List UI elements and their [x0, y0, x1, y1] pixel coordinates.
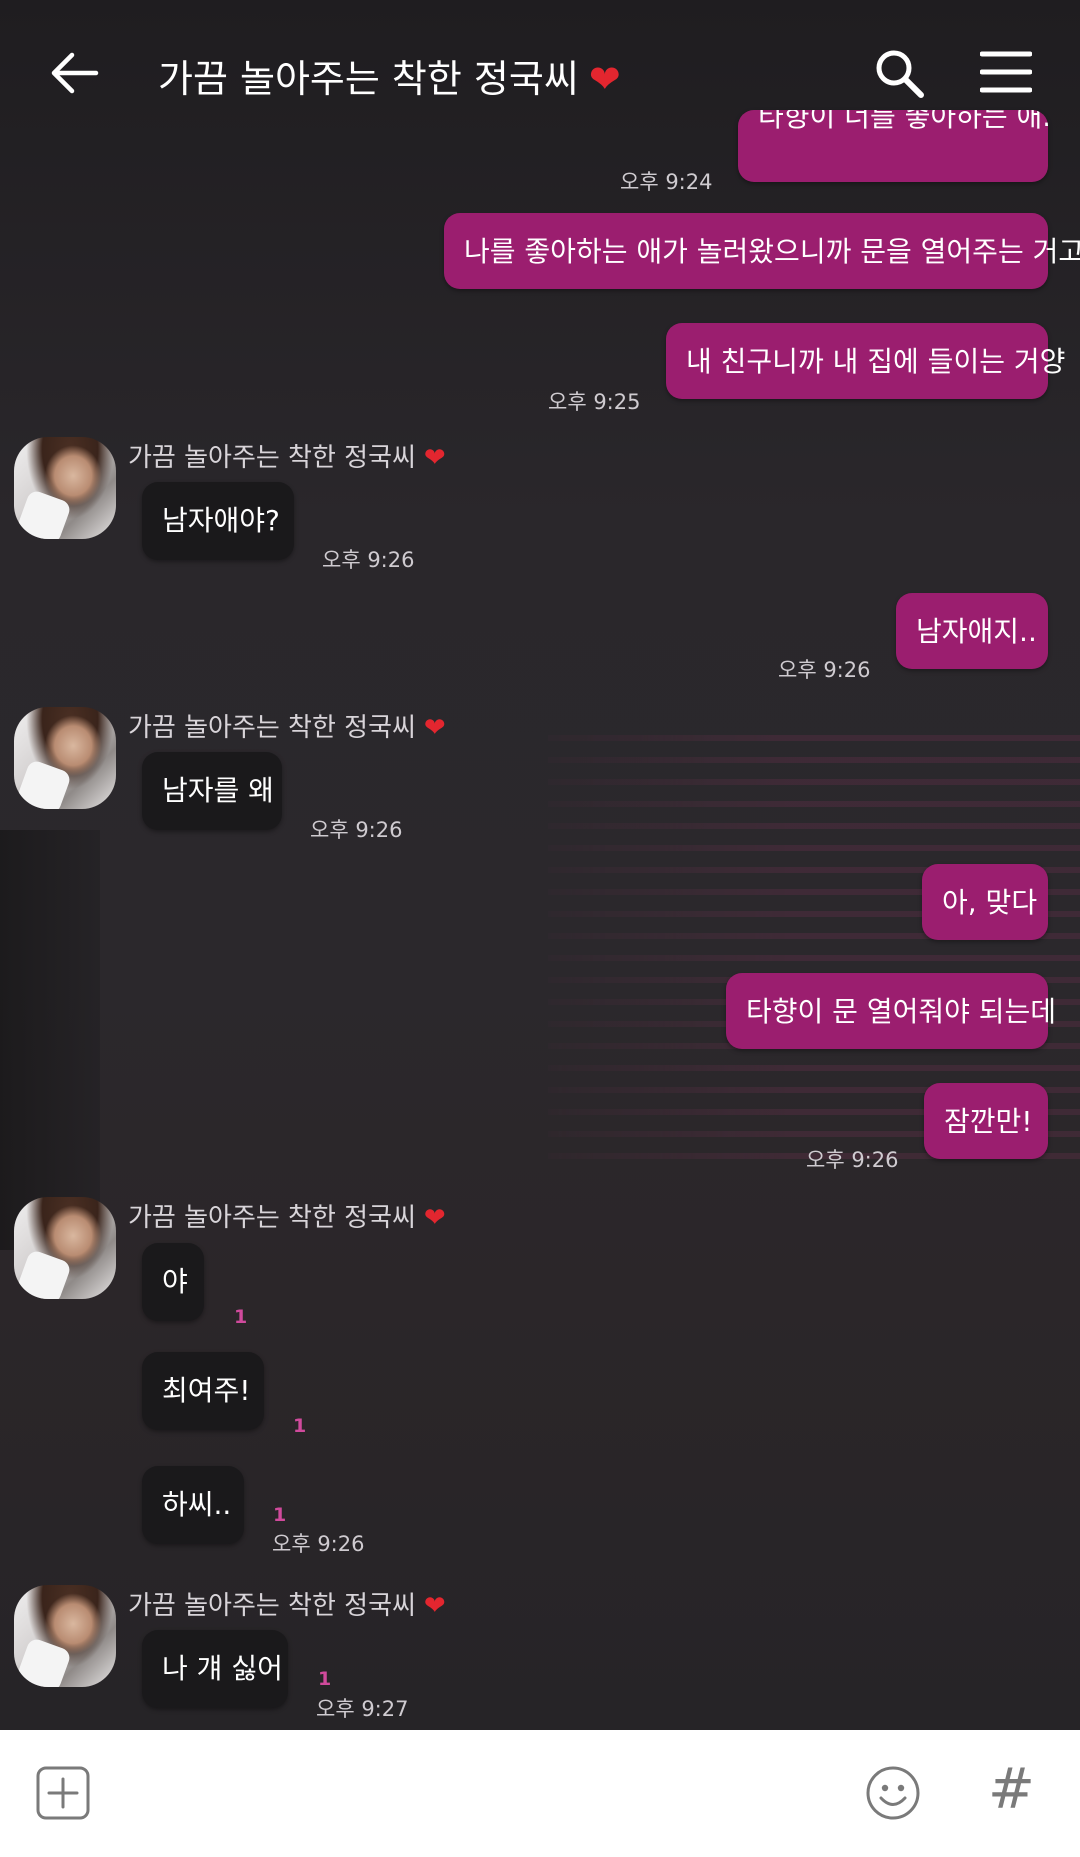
- message-text: 남자애지..: [916, 615, 1037, 648]
- unread-count: 1: [234, 1306, 248, 1328]
- message-bubble-received[interactable]: 야: [142, 1243, 204, 1321]
- unread-count: 1: [318, 1668, 332, 1690]
- message-text: 남자를 왜: [162, 774, 274, 807]
- message-bubble-sent[interactable]: 내 친구니까 내 집에 들이는 거양: [666, 323, 1065, 399]
- sender-name: 가끔 놀아주는 착한 정국씨 ❤: [128, 437, 446, 474]
- avatar[interactable]: [14, 1197, 116, 1299]
- message-text: 잠깐만!: [944, 1105, 1033, 1138]
- search-icon[interactable]: [872, 46, 926, 100]
- message-bubble-sent[interactable]: 타향이 너를 좋아하는 애.: [738, 110, 1048, 182]
- message-input-bar[interactable]: #: [0, 1730, 1080, 1857]
- background-shadow: [0, 830, 100, 1250]
- message-text: 아, 맞다: [942, 886, 1038, 919]
- message-text: 내 친구니까 내 집에 들이는 거양: [686, 345, 1066, 378]
- sender-name: 가끔 놀아주는 착한 정국씨 ❤: [128, 1585, 446, 1622]
- heart-icon: ❤: [423, 713, 446, 743]
- message-bubble-sent[interactable]: 남자애지..: [896, 593, 1048, 669]
- message-time: 오후 9:26: [272, 1532, 365, 1556]
- menu-icon[interactable]: [980, 50, 1032, 94]
- sender-name: 가끔 놀아주는 착한 정국씨 ❤: [128, 707, 446, 744]
- heart-icon: ❤: [423, 1203, 446, 1233]
- chat-title-text: 가끔 놀아주는 착한 정국씨: [158, 57, 579, 101]
- avatar[interactable]: [14, 1585, 116, 1687]
- message-time: 오후 9:26: [806, 1148, 899, 1172]
- message-time: 오후 9:26: [322, 548, 415, 572]
- message-text: 최여주!: [162, 1374, 251, 1407]
- message-time: 오후 9:24: [620, 170, 713, 194]
- back-arrow-icon[interactable]: [48, 46, 102, 100]
- heart-icon: ❤: [423, 1591, 446, 1621]
- message-text: 나를 좋아하는 애가 놀러왔으니까 문을 열어주는 거고: [464, 235, 1080, 268]
- message-text: 야: [162, 1265, 188, 1298]
- message-bubble-sent[interactable]: 나를 좋아하는 애가 놀러왔으니까 문을 열어주는 거고: [444, 213, 1080, 289]
- message-bubble-sent[interactable]: 잠깐만!: [924, 1083, 1048, 1159]
- message-bubble-received[interactable]: 최여주!: [142, 1352, 264, 1430]
- message-bubble-received[interactable]: 나 걔 싫어: [142, 1630, 288, 1708]
- message-time: 오후 9:26: [310, 818, 403, 842]
- message-bubble-received[interactable]: 남자를 왜: [142, 752, 282, 830]
- unread-count: 1: [293, 1415, 307, 1437]
- message-text: 남자애야?: [162, 504, 280, 537]
- heart-icon: ❤: [588, 57, 621, 101]
- message-bubble-sent[interactable]: 아, 맞다: [922, 864, 1048, 940]
- heart-icon: ❤: [423, 443, 446, 473]
- message-text: 타향이 문 열어줘야 되는데: [746, 995, 1057, 1028]
- sender-name-text: 가끔 놀아주는 착한 정국씨: [128, 443, 416, 473]
- unread-count: 1: [273, 1504, 287, 1526]
- message-bubble-received[interactable]: 하씨..: [142, 1466, 244, 1544]
- message-text: 타향이 너를 좋아하는 애.: [758, 110, 1048, 133]
- sender-name-text: 가끔 놀아주는 착한 정국씨: [128, 1203, 416, 1233]
- hashtag-icon[interactable]: #: [988, 1760, 1035, 1820]
- message-text: 나 걔 싫어: [162, 1652, 283, 1685]
- plus-icon[interactable]: [36, 1766, 90, 1820]
- message-time: 오후 9:27: [316, 1697, 409, 1721]
- message-bubble-received[interactable]: 남자애야?: [142, 482, 294, 560]
- chat-title: 가끔 놀아주는 착한 정국씨 ❤: [158, 48, 621, 103]
- avatar[interactable]: [14, 707, 116, 809]
- sender-name-text: 가끔 놀아주는 착한 정국씨: [128, 1591, 416, 1621]
- sender-name-text: 가끔 놀아주는 착한 정국씨: [128, 713, 416, 743]
- message-time: 오후 9:25: [548, 390, 641, 414]
- message-text: 하씨..: [162, 1488, 232, 1521]
- message-time: 오후 9:26: [778, 658, 871, 682]
- message-bubble-sent[interactable]: 타향이 문 열어줘야 되는데: [726, 973, 1056, 1049]
- avatar[interactable]: [14, 437, 116, 539]
- sender-name: 가끔 놀아주는 착한 정국씨 ❤: [128, 1197, 446, 1234]
- emoji-icon[interactable]: [865, 1765, 921, 1821]
